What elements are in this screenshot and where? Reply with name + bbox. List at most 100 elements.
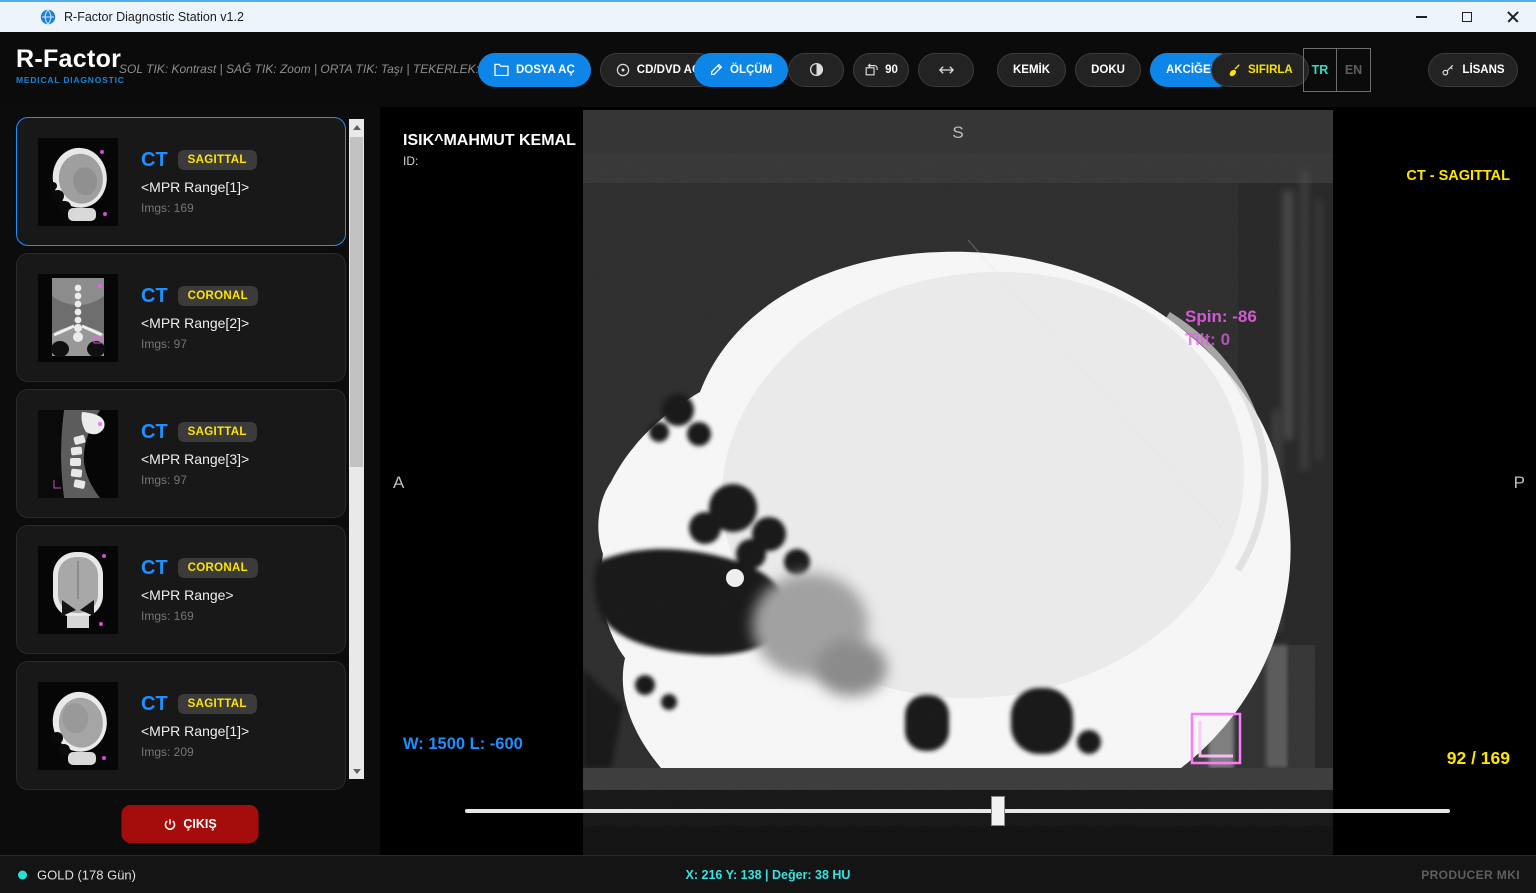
app-window: { "titlebar": { "title": "R-Factor Diagn… bbox=[0, 0, 1536, 893]
app-header: R-Factor MEDICAL DIAGNOSTIC SOL TIK: Kon… bbox=[0, 32, 1536, 107]
reset-button[interactable]: SIFIRLA bbox=[1211, 53, 1309, 87]
preset-bone-button[interactable]: KEMİK bbox=[997, 53, 1066, 87]
series-list: CT SAGITTAL <MPR Range[1]> Imgs: 169 CT … bbox=[16, 117, 346, 790]
license-button[interactable]: LİSANS bbox=[1428, 53, 1518, 87]
license-status: GOLD (178 Gün) bbox=[18, 867, 136, 882]
series-modality: CT bbox=[141, 285, 168, 308]
series-image-count: Imgs: 209 bbox=[141, 745, 257, 759]
series-plane-badge: CORONAL bbox=[178, 558, 258, 578]
series-card[interactable]: CT SAGITTAL <MPR Range[1]> Imgs: 169 bbox=[16, 117, 346, 246]
flip-arrows-icon bbox=[938, 64, 955, 76]
series-card-text: CT CORONAL <MPR Range[2]> Imgs: 97 bbox=[141, 285, 258, 351]
window-level-label: W: 1500 L: -600 bbox=[403, 735, 523, 754]
patient-id-label: ID: bbox=[403, 154, 418, 168]
series-plane-badge: CORONAL bbox=[178, 286, 258, 306]
rotate-90-button[interactable]: 90 bbox=[853, 53, 909, 87]
open-file-button[interactable]: DOSYA AÇ bbox=[478, 53, 591, 87]
series-card[interactable]: CT SAGITTAL <MPR Range[3]> Imgs: 97 bbox=[16, 389, 346, 518]
logo-text: R-Factor bbox=[16, 45, 125, 74]
maximize-icon bbox=[1462, 12, 1472, 22]
producer-label: PRODUCER MKI bbox=[1421, 868, 1520, 882]
open-file-label: DOSYA AÇ bbox=[516, 64, 575, 76]
close-icon bbox=[1507, 11, 1519, 23]
patient-name: ISIK^MAHMUT KEMAL bbox=[403, 132, 576, 150]
flip-horizontal-button[interactable] bbox=[918, 53, 974, 87]
app-icon bbox=[40, 9, 56, 25]
open-cd-label: CD/DVD AÇ bbox=[637, 64, 700, 76]
series-thumbnail bbox=[37, 410, 119, 498]
language-toggle: TR EN bbox=[1303, 48, 1371, 92]
license-label: LİSANS bbox=[1462, 64, 1504, 76]
scroll-up-arrow[interactable] bbox=[349, 119, 364, 135]
series-range: <MPR Range[2]> bbox=[141, 315, 258, 331]
key-icon bbox=[1441, 63, 1455, 77]
series-thumbnail bbox=[37, 546, 119, 634]
window-titlebar: R-Factor Diagnostic Station v1.2 bbox=[0, 0, 1536, 32]
disc-icon bbox=[616, 63, 630, 77]
license-group: LİSANS bbox=[1428, 53, 1518, 87]
series-thumbnail bbox=[37, 682, 119, 770]
lang-en-button[interactable]: EN bbox=[1337, 49, 1370, 91]
slice-counter: 92 / 169 bbox=[1447, 748, 1510, 769]
exit-button[interactable]: ÇIKIŞ bbox=[122, 805, 259, 843]
scroll-down-arrow[interactable] bbox=[349, 763, 364, 779]
series-thumbnail bbox=[37, 138, 119, 226]
app-logo: R-Factor MEDICAL DIAGNOSTIC bbox=[16, 45, 125, 85]
series-card-text: CT SAGITTAL <MPR Range[1]> Imgs: 209 bbox=[141, 693, 257, 759]
series-range: <MPR Range[1]> bbox=[141, 179, 257, 195]
series-card-text: CT SAGITTAL <MPR Range[3]> Imgs: 97 bbox=[141, 421, 257, 487]
power-icon bbox=[163, 818, 176, 831]
window-title: R-Factor Diagnostic Station v1.2 bbox=[64, 10, 244, 24]
contrast-icon bbox=[809, 62, 824, 77]
preset-tissue-button[interactable]: DOKU bbox=[1075, 53, 1141, 87]
series-modality: CT bbox=[141, 149, 168, 172]
series-image-count: Imgs: 97 bbox=[141, 473, 257, 487]
rotate-icon bbox=[864, 63, 878, 77]
tilt-annotation: Tilt: 0 bbox=[1185, 330, 1230, 349]
series-image-count: Imgs: 97 bbox=[141, 337, 258, 351]
broom-icon bbox=[1227, 63, 1241, 77]
measure-label: ÖLÇÜM bbox=[730, 64, 772, 76]
window-preset-group: KEMİK DOKU AKCİĞER bbox=[997, 53, 1235, 87]
series-plane-badge: SAGITTAL bbox=[178, 694, 257, 714]
preset-tissue-label: DOKU bbox=[1091, 64, 1125, 76]
series-card[interactable]: CT SAGITTAL <MPR Range[1]> Imgs: 209 bbox=[16, 661, 346, 790]
ct-image[interactable]: Spin: -86 Tilt: 0 bbox=[583, 110, 1333, 855]
series-card-text: CT CORONAL <MPR Range> Imgs: 169 bbox=[141, 557, 258, 623]
series-modality: CT bbox=[141, 693, 168, 716]
spin-annotation: Spin: -86 bbox=[1185, 307, 1257, 326]
mouse-hint-text: SOL TIK: Kontrast | SAĞ TIK: Zoom | ORTA… bbox=[119, 62, 509, 76]
series-card[interactable]: CT CORONAL <MPR Range[2]> Imgs: 97 bbox=[16, 253, 346, 382]
series-range: <MPR Range[3]> bbox=[141, 451, 257, 467]
series-card[interactable]: CT CORONAL <MPR Range> Imgs: 169 bbox=[16, 525, 346, 654]
series-scrollbar[interactable] bbox=[349, 119, 364, 779]
window-controls bbox=[1398, 2, 1536, 32]
close-button[interactable] bbox=[1490, 2, 1536, 32]
lang-tr-button[interactable]: TR bbox=[1304, 49, 1337, 91]
slice-slider-thumb[interactable] bbox=[991, 796, 1005, 826]
transform-group: 90 bbox=[788, 53, 974, 87]
exit-label: ÇIKIŞ bbox=[183, 817, 216, 831]
slice-slider-track[interactable] bbox=[465, 809, 1450, 813]
series-range: <MPR Range> bbox=[141, 587, 258, 603]
status-bar: GOLD (178 Gün) X: 216 Y: 138 | Değer: 38… bbox=[0, 855, 1536, 893]
orientation-anterior: A bbox=[393, 473, 404, 493]
minimize-button[interactable] bbox=[1398, 2, 1444, 32]
chevron-down-icon bbox=[353, 769, 361, 774]
license-status-label: GOLD (178 Gün) bbox=[37, 867, 136, 882]
scrollbar-thumb[interactable] bbox=[350, 137, 363, 467]
measure-group: ÖLÇÜM bbox=[694, 53, 788, 87]
logo-subtext: MEDICAL DIAGNOSTIC bbox=[16, 75, 125, 85]
preset-bone-label: KEMİK bbox=[1013, 64, 1050, 76]
series-plane-badge: SAGITTAL bbox=[178, 150, 257, 170]
contrast-invert-button[interactable] bbox=[788, 53, 844, 87]
license-status-dot bbox=[18, 870, 27, 879]
series-modality: CT bbox=[141, 421, 168, 444]
series-range: <MPR Range[1]> bbox=[141, 723, 257, 739]
maximize-button[interactable] bbox=[1444, 2, 1490, 32]
folder-icon bbox=[494, 63, 509, 76]
measure-button[interactable]: ÖLÇÜM bbox=[694, 53, 788, 87]
series-description-label: CT - SAGITTAL bbox=[1406, 168, 1510, 184]
chevron-up-icon bbox=[353, 125, 361, 130]
series-card-text: CT SAGITTAL <MPR Range[1]> Imgs: 169 bbox=[141, 149, 257, 215]
